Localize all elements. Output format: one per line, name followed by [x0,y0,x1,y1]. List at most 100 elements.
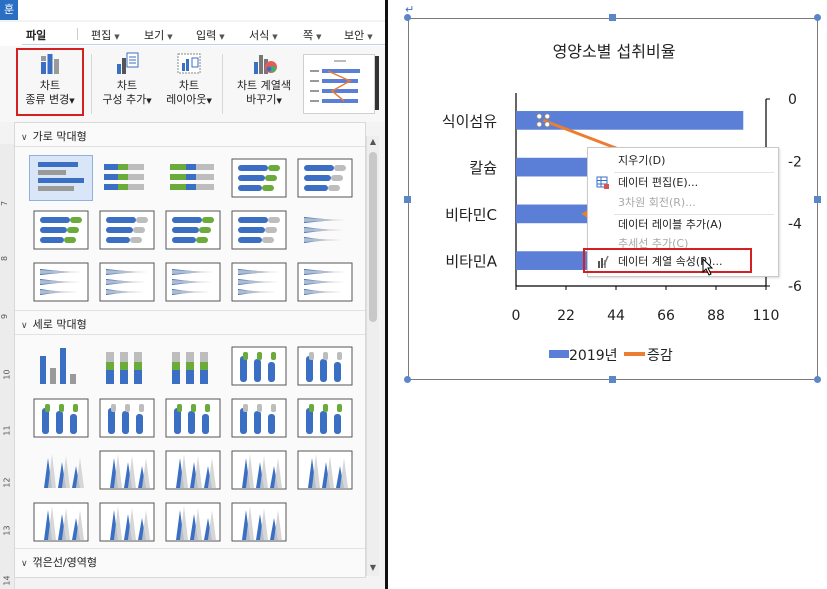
resize-handle[interactable] [404,376,411,383]
bar[interactable] [516,111,744,130]
menu-item-label: 데이터 편집(E)... [618,176,699,189]
chart-type-option[interactable] [227,259,291,305]
chart-type-option[interactable] [29,155,93,201]
chart-type-option[interactable] [161,447,225,493]
chart-type-option[interactable] [293,155,357,201]
legend-swatch-bar [549,350,569,358]
menu-item-delete[interactable]: 지우기(D) [588,151,778,171]
chart-type-thumbnail-icon [231,450,287,490]
chart-type-option[interactable] [29,499,93,545]
chevron-down-icon: ▼ [219,33,225,41]
resize-handle[interactable] [814,196,821,203]
section-header-vertical-bar[interactable]: ∨ 세로 막대형 [21,316,87,332]
category-label: 비타민C [445,206,497,224]
chart-layout-label-2: 레이아웃 [166,93,207,106]
menu-view[interactable]: 보기 ▼ [144,27,173,43]
chart-type-option[interactable] [227,155,291,201]
chart-type-option[interactable] [95,499,159,545]
chart-type-option[interactable] [95,395,159,441]
x-tick-label: 44 [607,308,625,324]
resize-handle[interactable] [814,14,821,21]
chart-type-option[interactable] [29,259,93,305]
menu-security[interactable]: 보안 ▼ [344,27,373,43]
resize-handle[interactable] [404,14,411,21]
resize-handle[interactable] [814,376,821,383]
menu-edit[interactable]: 편집 ▼ [91,27,120,43]
chart-type-option[interactable] [161,499,225,545]
chart-type-option[interactable] [293,343,357,389]
section-header-line-area[interactable]: ∨ 꺾은선/영역형 [21,554,97,570]
chevron-down-icon: ∨ [21,321,28,331]
chart-type-thumbnail-icon [165,262,221,302]
menu-page[interactable]: 쪽 ▼ [303,27,322,43]
gallery-scrollbar[interactable]: ▲ ▼ [366,136,379,576]
chart-type-thumbnail-icon [38,162,84,191]
chart-type-option[interactable] [161,395,225,441]
ruler-number: 13 [2,525,12,536]
chart-type-option[interactable] [95,259,159,305]
chart-type-option[interactable] [29,395,93,441]
menu-format[interactable]: 서식 ▼ [249,27,278,43]
change-chart-type-label-1: 차트 [39,79,61,92]
change-chart-type-button[interactable]: 차트 종류 변경▼ [16,48,84,116]
chart-type-option[interactable] [95,447,159,493]
secondary-tick-label: -4 [788,217,802,233]
scroll-up-icon[interactable]: ▲ [367,136,379,148]
chart-type-option[interactable] [161,155,225,201]
ruler-number: 10 [2,369,12,380]
chart-type-thumbnail-icon [231,502,287,542]
mouse-cursor-icon [702,258,714,276]
chart-type-option[interactable] [161,207,225,253]
chart-type-option[interactable] [293,259,357,305]
chart-type-thumbnail-icon [170,164,214,190]
menu-item-edit-data[interactable]: 데이터 편집(E)... [588,173,778,193]
section-divider [15,310,365,311]
chart-type-option[interactable] [29,343,93,389]
chart-type-option[interactable] [161,343,225,389]
chart-type-thumbnail-icon [99,502,155,542]
scroll-down-icon[interactable]: ▼ [367,562,379,574]
add-chart-element-button[interactable]: 차트 구성 추가▼ [96,50,158,116]
chart-type-option[interactable] [293,447,357,493]
chart-type-option[interactable] [293,207,357,253]
chart-type-thumbnail-icon [33,502,89,542]
change-series-color-label-1: 차트 계열색 [236,79,292,92]
chart-type-thumbnail-icon [106,352,142,384]
chart-type-thumbnail-icon [231,210,287,250]
menu-security-label: 보안 [344,29,365,42]
chart-type-option[interactable] [293,395,357,441]
menu-item-3d-rotation[interactable]: 3차원 회전(R)... [588,193,778,213]
chevron-down-icon: ▼ [272,33,278,41]
change-chart-type-label-2: 종류 변경 [25,93,70,106]
change-series-color-button[interactable]: 차트 계열색 바꾸기▼ [230,50,298,116]
chart-type-option[interactable] [95,207,159,253]
chart-type-option[interactable] [161,259,225,305]
add-chart-element-label-2: 구성 추가 [102,93,147,106]
chevron-down-icon: ▼ [69,97,75,105]
chart-type-option[interactable] [227,343,291,389]
chart-style-thumbnail[interactable] [303,54,375,114]
chart-type-thumbnail-icon [99,450,155,490]
resize-handle[interactable] [609,376,616,383]
chart-type-option[interactable] [227,447,291,493]
chart-type-option[interactable] [227,395,291,441]
resize-handle[interactable] [609,14,616,21]
table-edit-icon [596,176,609,189]
color-palette-icon [250,50,278,76]
menu-file[interactable]: 파일 [26,27,46,43]
chevron-down-icon: ▼ [367,33,373,41]
chart-type-option[interactable] [227,207,291,253]
chart-layout-button[interactable]: 차트 레이아웃▼ [160,50,218,116]
scroll-thumb[interactable] [369,152,377,322]
chart-type-option[interactable] [29,447,93,493]
chart-type-thumbnail-icon [231,158,287,198]
chart-type-option[interactable] [95,155,159,201]
menu-insert[interactable]: 입력 ▼ [196,27,225,43]
resize-handle[interactable] [404,196,411,203]
chart-type-thumbnail-icon [33,262,89,302]
chart-type-option[interactable] [29,207,93,253]
chart-type-option[interactable] [227,499,291,545]
chart-type-option[interactable] [95,343,159,389]
section-header-horizontal-bar[interactable]: ∨ 가로 막대형 [21,128,87,144]
menu-item-add-data-label[interactable]: 데이터 레이블 추가(A) [588,215,778,235]
